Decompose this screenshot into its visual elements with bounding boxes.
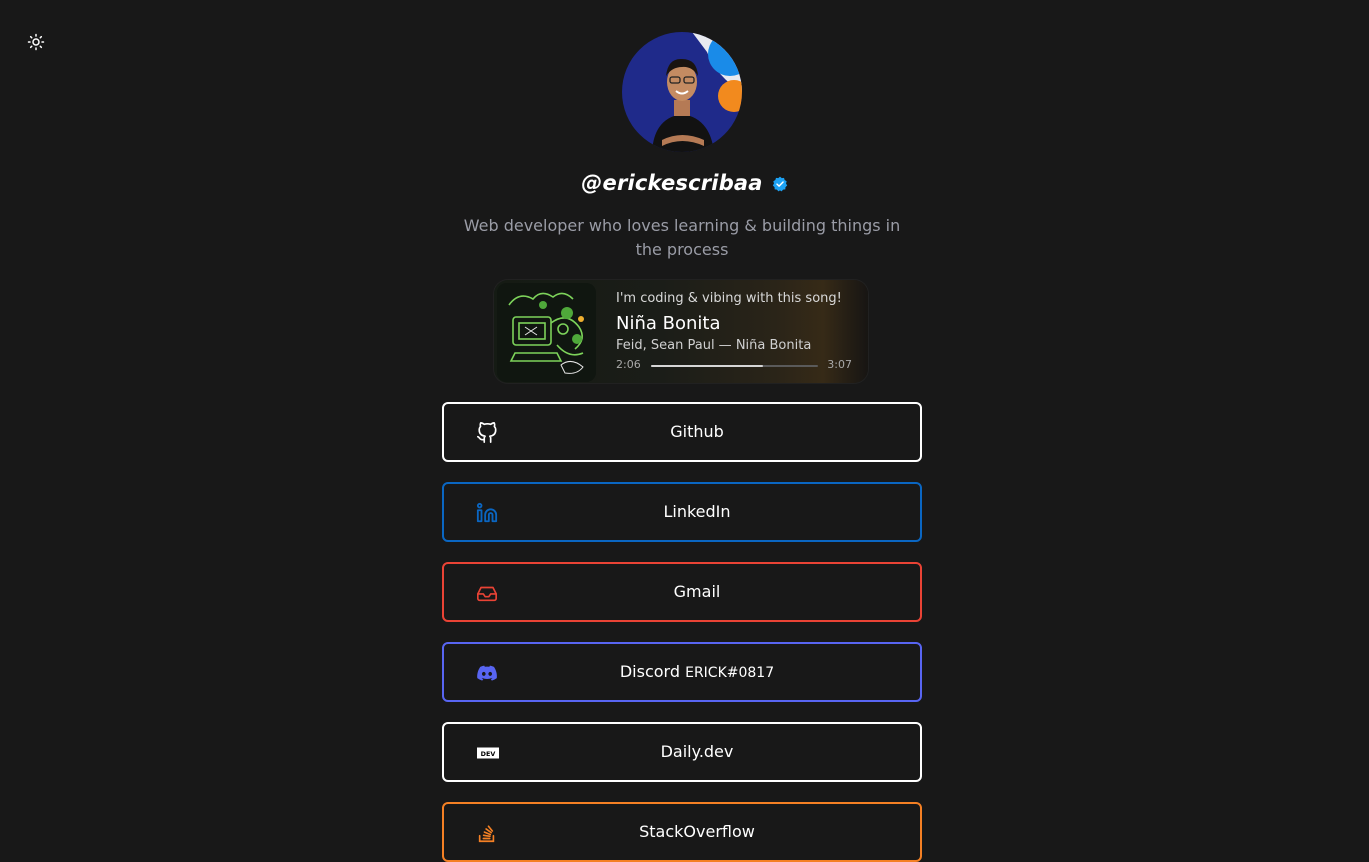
avatar (622, 32, 742, 152)
link-page: @erickescribaa Web developer who loves l… (0, 0, 1369, 862)
now-playing-card[interactable]: I'm coding & vibing with this song! Niña… (494, 280, 868, 383)
discord-label-text: Discord (619, 662, 680, 681)
song-artists: Feid, Sean Paul — Niña Bonita (616, 338, 812, 353)
sun-icon (27, 33, 45, 51)
song-title: Niña Bonita (616, 313, 721, 334)
time-elapsed: 2:06 (616, 358, 641, 371)
discord-username-tag: ERICK#0817 (685, 665, 775, 681)
dailydev-link-label: Daily.dev (660, 742, 734, 761)
discord-link-label: Discord ERICK#0817 (444, 644, 920, 701)
discord-link-button[interactable]: Discord ERICK#0817 (442, 642, 922, 702)
github-link-button[interactable]: Github (442, 402, 922, 462)
gmail-link-button[interactable]: Gmail (442, 562, 922, 622)
linkedin-link-label: LinkedIn (663, 502, 731, 521)
verified-badge-icon (772, 176, 787, 192)
stackoverflow-link-label: StackOverflow (639, 822, 755, 841)
song-progress-bar (651, 365, 818, 367)
album-art (497, 283, 596, 382)
now-playing-caption: I'm coding & vibing with this song! (616, 291, 842, 306)
song-progress-fill (651, 365, 763, 367)
theme-toggle-button[interactable] (27, 33, 45, 51)
dailydev-link-button[interactable]: DEV Daily.dev (442, 722, 922, 782)
linkedin-link-button[interactable]: LinkedIn (442, 482, 922, 542)
stackoverflow-link-button[interactable]: StackOverflow (442, 802, 922, 862)
profile-handle: @erickescribaa (581, 171, 763, 195)
profile-bio: Web developer who loves learning & build… (463, 216, 901, 259)
time-total: 3:07 (827, 358, 852, 371)
profile-header: @erickescribaa (0, 168, 1369, 198)
github-link-label: Github (670, 422, 724, 441)
gmail-link-label: Gmail (673, 582, 721, 601)
